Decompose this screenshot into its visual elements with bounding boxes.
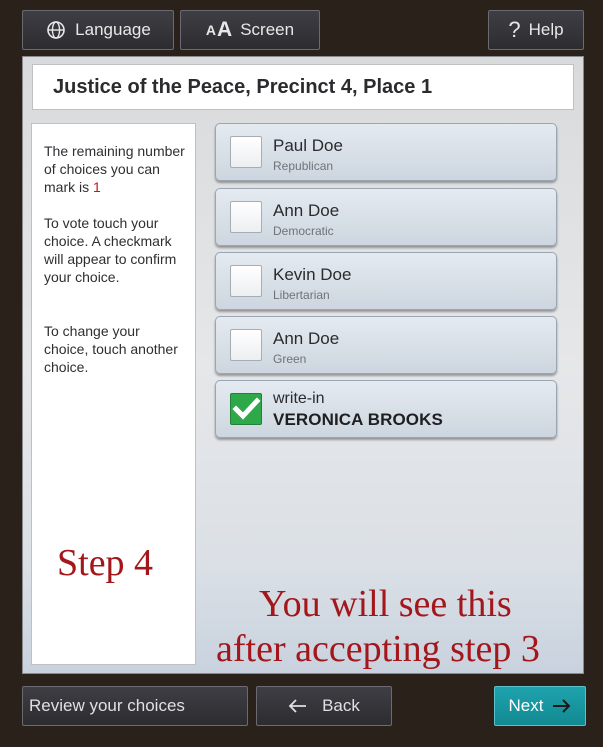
annotation-line-2: after accepting step 3 [216, 628, 540, 670]
contest-title: Justice of the Peace, Precinct 4, Place … [32, 64, 574, 110]
question-icon: ? [508, 17, 521, 42]
arrow-right-icon [551, 698, 571, 714]
text-size-big-glyph: A [217, 18, 233, 41]
review-choices-button[interactable]: Review your choices [22, 686, 248, 726]
text-size-icon: A A [206, 18, 232, 42]
candidate-name: Kevin Doe [273, 265, 352, 284]
arrow-left-icon [288, 698, 308, 714]
choice-kevin-doe[interactable]: Kevin Doe Libertarian [215, 252, 557, 310]
choice-paul-doe[interactable]: Paul Doe Republican [215, 123, 557, 181]
candidate-name: Ann Doe [273, 201, 340, 220]
choice-ann-doe-green[interactable]: Ann Doe Green [215, 316, 557, 374]
candidate-party: Democratic [273, 224, 334, 238]
touch-instructions: To vote touch your choice. A checkmark w… [44, 215, 177, 285]
review-choices-label: Review your choices [29, 696, 185, 715]
back-button[interactable]: Back [256, 686, 392, 726]
globe-icon [45, 19, 67, 41]
write-in-label: write-in [273, 390, 325, 407]
write-in-checkbox[interactable] [230, 393, 262, 425]
change-instructions: To change your choice, touch another cho… [44, 323, 178, 375]
annotation-line-1: You will see this [259, 583, 512, 625]
choice-checkbox[interactable] [230, 136, 262, 168]
write-in-name: VERONICA BROOKS [273, 410, 443, 429]
choice-ann-doe-democratic[interactable]: Ann Doe Democratic [215, 188, 557, 246]
help-button[interactable]: ? Help [488, 10, 584, 50]
ballot-panel: Justice of the Peace, Precinct 4, Place … [22, 56, 584, 674]
checkmark-icon [232, 397, 261, 420]
screen-button[interactable]: A A Screen [180, 10, 320, 50]
language-label: Language [75, 20, 151, 39]
candidate-name: Ann Doe [273, 329, 340, 348]
choice-checkbox[interactable] [230, 265, 262, 297]
candidate-party: Libertarian [273, 288, 330, 302]
next-button[interactable]: Next [494, 686, 586, 726]
help-label: Help [528, 20, 564, 39]
choice-checkbox[interactable] [230, 329, 262, 361]
step-annotation: Step 4 [57, 542, 154, 584]
remaining-count: 1 [93, 179, 101, 195]
candidate-party: Green [273, 352, 307, 366]
next-label: Next [508, 696, 544, 715]
candidate-party: Republican [273, 159, 334, 173]
back-label: Back [322, 696, 360, 715]
remaining-choices-text: The remaining number of choices you can … [44, 143, 185, 195]
text-size-small-glyph: A [205, 22, 217, 38]
screen-label: Screen [240, 20, 295, 39]
candidate-name: Paul Doe [273, 136, 343, 155]
choice-checkbox[interactable] [230, 201, 262, 233]
choice-write-in[interactable]: write-in VERONICA BROOKS [215, 380, 557, 438]
language-button[interactable]: Language [22, 10, 174, 50]
